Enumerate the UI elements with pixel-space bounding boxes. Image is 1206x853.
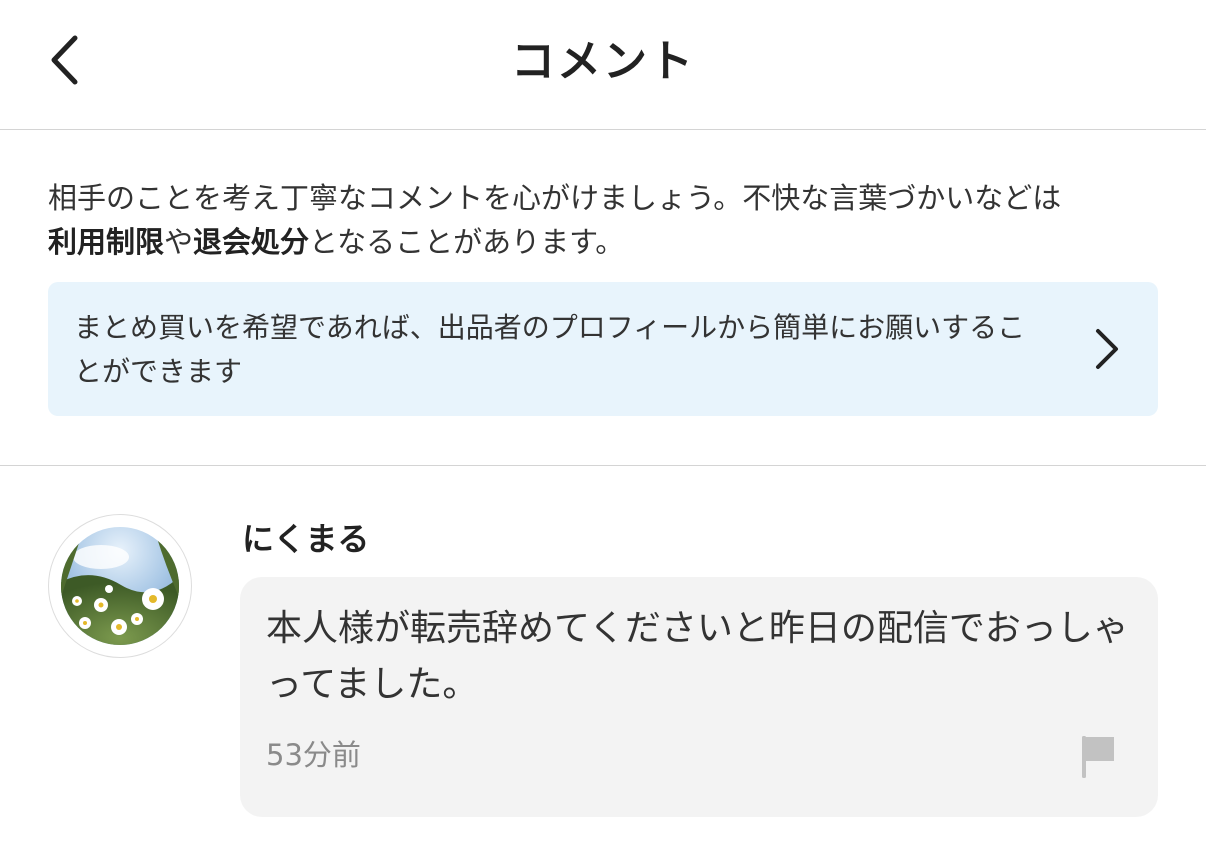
section-divider [0,465,1206,466]
avatar[interactable] [48,514,192,658]
notice-connector: や [164,225,194,259]
notice-line-1: 相手のことを考え丁寧なコメントを心がけましょう。不快な言葉づかいなどは [48,181,1062,215]
notice-tail: となることがあります。 [309,225,625,259]
chevron-right-icon [1096,329,1118,369]
daisy-photo-avatar [61,527,179,645]
bulk-purchase-banner[interactable]: まとめ買いを希望であれば、出品者のプロフィールから簡単にお願いすることができます [48,282,1158,416]
usage-restriction-text: 利用制限 [48,225,165,259]
top-app-bar: コメント [0,0,1206,130]
username[interactable]: にくまる [242,516,369,562]
notice-line-2: 利用制限や退会処分となることがあります。 [48,220,1158,264]
guideline-notice: 相手のことを考え丁寧なコメントを心がけましょう。不快な言葉づかいなどは 利用制限… [48,176,1158,264]
comment-timestamp: 53分前 [266,738,361,772]
page-title: コメント [511,36,695,87]
account-termination-text: 退会処分 [193,225,310,259]
banner-text: まとめ買いを希望であれば、出品者のプロフィールから簡単にお願いすることができます [74,311,1026,388]
comment-bubble: 本人様が転売辞めてくださいと昨日の配信でおっしゃってました。 53分前 [240,577,1158,817]
flag-icon[interactable] [1078,734,1122,780]
comment-text: 本人様が転売辞めてくださいと昨日の配信でおっしゃってました。 [266,608,1129,705]
